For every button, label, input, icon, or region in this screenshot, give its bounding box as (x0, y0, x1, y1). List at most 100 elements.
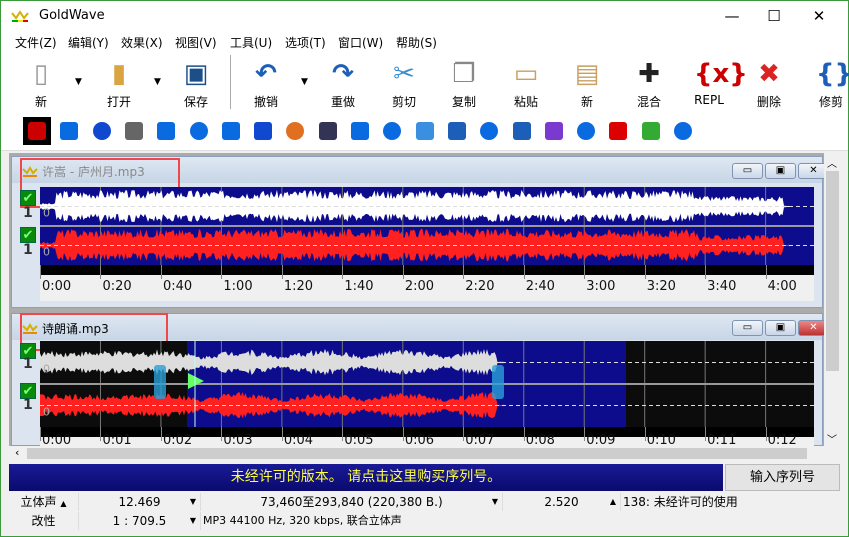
menu-view[interactable]: 视图(V) (175, 34, 217, 51)
menu-edit[interactable]: 编辑(Y) (68, 34, 109, 51)
pitch-icon[interactable] (314, 117, 342, 145)
waveform-display[interactable]: 00 (40, 187, 814, 265)
toolbar-paste-new-button[interactable]: ▤ 新 (562, 55, 612, 111)
channel-label: 1 (23, 242, 33, 258)
ruler-track (40, 265, 814, 275)
menu-file[interactable]: 文件(Z) (15, 34, 57, 51)
toolbar-delete-button[interactable]: ✖ 删除 (744, 55, 794, 111)
ruler-tick (523, 265, 525, 279)
scroll-up-icon[interactable]: ︿ (827, 155, 837, 170)
document-minimize-button[interactable]: ▭ (732, 320, 763, 336)
toolbar-mix-button[interactable]: ✚ 混合 (624, 55, 674, 111)
toolbar-replace-button[interactable]: {x} REPL (684, 55, 748, 111)
spectrum-icon[interactable] (475, 117, 503, 145)
ruler-tick (100, 427, 102, 441)
mechanize-icon[interactable] (120, 117, 148, 145)
menu-options[interactable]: 选项(T) (285, 34, 326, 51)
pan-icon[interactable] (346, 117, 374, 145)
time-label: 4:00 (767, 279, 797, 294)
ruler-tick (523, 427, 525, 441)
toolbar-copy-button[interactable]: ❐ 复制 (439, 55, 489, 111)
save-disk-icon: ▣ (183, 59, 209, 89)
scroll-left-icon[interactable]: ‹ (15, 446, 19, 459)
channel-label: 1 (23, 356, 33, 372)
channel-enable-checkbox-right[interactable]: ✔ (20, 227, 36, 243)
echo-icon[interactable] (88, 117, 116, 145)
down-arrow-icon: ▼ (491, 497, 498, 506)
time-ruler[interactable]: 0:00 0:01 0:02 0:03 0:04 0:05 0:06 0:07 0:08 0:09… (40, 427, 814, 448)
channels-text: 立体声 (20, 495, 57, 509)
clip-icon[interactable] (604, 117, 632, 145)
toolbar-open-folder-button[interactable]: ▮ 打开 (94, 55, 144, 111)
toolbar-label: 新 (34, 95, 47, 109)
scroll-thumb[interactable] (826, 171, 839, 371)
filter-icon[interactable] (281, 117, 309, 145)
spectrum-filter-icon[interactable] (637, 117, 665, 145)
doppler-icon[interactable] (152, 117, 180, 145)
document-restore-button[interactable]: ▣ (765, 163, 796, 179)
pop-click-icon[interactable] (572, 117, 600, 145)
channel-enable-checkbox-left[interactable]: ✔ (20, 190, 36, 206)
menu-effects[interactable]: 效果(X) (121, 34, 163, 51)
undo-dropdown-icon[interactable]: ▼ (301, 77, 308, 87)
ruler-tick (765, 427, 767, 441)
ruler-tick (342, 427, 344, 441)
ruler-tick (40, 265, 41, 279)
document-window-1[interactable]: 许嵩 - 庐州月.mp3 ▭ ▣ ✕ ✔ 1 ✔ 1 00 0:00 0:20 0:… (11, 156, 829, 308)
zero-label: 0 (43, 207, 50, 220)
horizontal-scrollbar[interactable]: ‹ (9, 446, 841, 461)
ruler-tick (584, 427, 586, 441)
ruler-tick (705, 427, 707, 441)
status-length: 12.469 ▼ (79, 493, 201, 511)
replace-icon: {x} (694, 59, 748, 89)
menu-window[interactable]: 窗口(W) (338, 34, 383, 51)
toolbar-save-disk-button[interactable]: ▣ 保存 (171, 55, 221, 111)
toolbar-label: 复制 (451, 95, 476, 109)
waveform-display[interactable]: 00 (40, 341, 814, 427)
volume-icon[interactable] (411, 117, 439, 145)
maximize-button[interactable]: ☐ (751, 1, 797, 31)
ruler-tick (160, 265, 162, 279)
toolbar-undo-button[interactable]: ↶ 撤销 (241, 55, 291, 111)
selection-end-handle[interactable] (492, 365, 504, 399)
selection-start-handle[interactable] (154, 365, 166, 399)
ruler-tick (100, 265, 102, 279)
document-restore-button[interactable]: ▣ (765, 320, 796, 336)
unlicensed-banner[interactable]: 未经许可的版本。 请点击这里购买序列号。 (9, 464, 723, 491)
vertical-scrollbar[interactable]: ︿ ﹀ (824, 153, 841, 446)
toolbar-redo-button[interactable]: ↷ 重做 (318, 55, 368, 111)
close-button[interactable]: ✕ (796, 1, 842, 31)
status-zoom: 1 : 709.5 ▼ (79, 512, 201, 530)
dynamics-icon[interactable] (55, 117, 83, 145)
flanger-icon[interactable] (185, 117, 213, 145)
time-ruler[interactable]: 0:00 0:20 0:40 1:00 1:20 1:40 2:00 2:20 2:40 3:00… (40, 265, 814, 301)
toolbar-new-file-button[interactable]: ▯ 新 (16, 55, 66, 111)
toolbar-label: 粘贴 (513, 95, 538, 109)
menu-tools[interactable]: 工具(U) (230, 34, 272, 51)
enter-serial-button[interactable]: 输入序列号 (725, 464, 840, 491)
scroll-down-icon[interactable]: ﹀ (827, 431, 837, 446)
open-folder-icon: ▮ (111, 59, 127, 89)
toolbar-paste-button[interactable]: ▭ 粘贴 (501, 55, 551, 111)
new-dropdown-icon[interactable]: ▼ (75, 77, 82, 87)
offset-icon[interactable] (378, 117, 406, 145)
open-dropdown-icon[interactable]: ▼ (154, 77, 161, 87)
ruler-tick (644, 265, 646, 279)
menu-help[interactable]: 帮助(S) (396, 34, 437, 51)
reverse-icon[interactable] (217, 117, 245, 145)
scroll-thumb-horizontal[interactable] (27, 448, 807, 459)
toolbar-scissors-button[interactable]: ✂ 剪切 (379, 55, 429, 111)
compressor-icon[interactable] (249, 117, 277, 145)
toolbar-label: 保存 (183, 95, 208, 109)
document-window-2[interactable]: 诗朗诵.mp3 ▭ ▣ ✕ ✔ 1 ✔ 1 00 0:00 0:01 0:02 0:0… (11, 313, 829, 448)
title-bar: GoldWave — ☐ ✕ (1, 1, 848, 31)
speaker-icon[interactable] (669, 117, 697, 145)
minimize-button[interactable]: — (709, 1, 755, 31)
time-warp-icon[interactable] (508, 117, 536, 145)
channel-label: 1 (23, 397, 33, 413)
equalizer-icon[interactable] (443, 117, 471, 145)
document-minimize-button[interactable]: ▭ (732, 163, 763, 179)
noise-reduction-icon[interactable] (540, 117, 568, 145)
stop-icon[interactable] (23, 117, 51, 145)
toolbar-trim-button[interactable]: {} 修剪 (806, 55, 849, 111)
